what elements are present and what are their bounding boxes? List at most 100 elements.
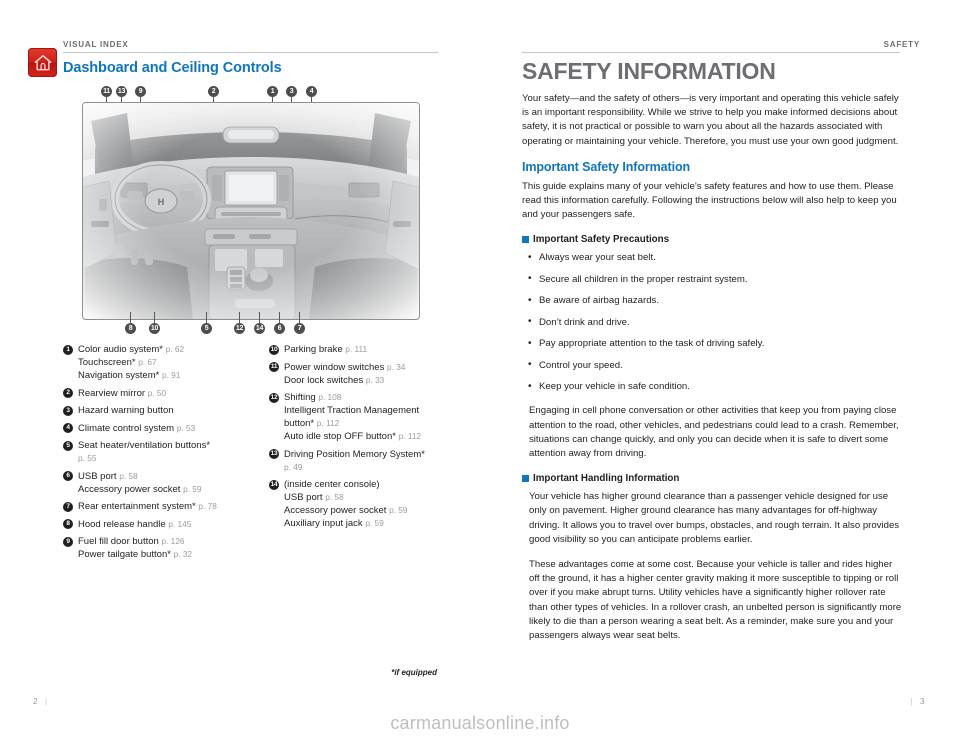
list-item[interactable]: 14 (inside center console) USB port p. 5… — [269, 478, 463, 530]
callout-number: 10 — [269, 344, 279, 355]
heading-label: Important Handling Information — [533, 473, 680, 485]
callout-number: 9 — [63, 536, 73, 547]
item-label: Parking brake — [284, 344, 343, 355]
page-number-value: 2 — [33, 697, 38, 706]
callout-number: 3 — [63, 405, 73, 416]
list-item: Secure all children in the proper restra… — [522, 272, 902, 287]
list-item: Control your speed. — [522, 358, 902, 373]
item-page-ref: p. 112 — [316, 418, 340, 428]
list-item: Always wear your seat belt. — [522, 251, 902, 265]
callout-marker: 5 — [201, 323, 212, 334]
item-page-ref: p. 67 — [138, 357, 157, 367]
safety-information-content: SAFETY INFORMATION Your safety—and the s… — [522, 58, 902, 654]
item-label: Intelligent Traction Management — [284, 405, 420, 416]
list-item[interactable]: 1 Color audio system* p. 62 Touchscreen*… — [63, 343, 257, 382]
important-safety-information-paragraph: This guide explains many of your vehicle… — [522, 180, 897, 221]
item-page-ref: p. 58 — [325, 492, 344, 502]
callout-marker: 1 — [267, 86, 278, 97]
list-item[interactable]: 10 Parking brake p. 111 — [269, 343, 463, 356]
left-page: VISUAL INDEX Dashboard and Ceiling Contr… — [0, 0, 480, 750]
list-item[interactable]: 7 Rear entertainment system* p. 78 — [63, 500, 257, 513]
callout-number: 4 — [63, 423, 73, 433]
item-page-ref: p. 78 — [198, 501, 217, 511]
callout-leader — [154, 312, 155, 323]
vehicle-interior-image: H — [82, 102, 420, 320]
folio-divider: | — [910, 697, 914, 706]
list-item[interactable]: 4 Climate control system p. 53 — [63, 422, 257, 435]
item-label: Accessory power socket — [284, 505, 387, 516]
right-section-label: SAFETY — [883, 40, 920, 49]
callout-leader — [299, 312, 300, 323]
list-item[interactable]: 8 Hood release handle p. 145 — [63, 518, 257, 531]
callout-marker: 4 — [306, 86, 317, 97]
item-label: Rear entertainment system* — [78, 501, 196, 512]
list-item[interactable]: 11 Power window switches p. 34 Door lock… — [269, 361, 463, 387]
list-item: Don’t drink and drive. — [522, 315, 902, 330]
folio-divider: | — [44, 697, 48, 706]
square-bullet-icon — [522, 236, 529, 244]
item-label: Driving Position Memory System* — [284, 448, 425, 460]
item-label: Power tailgate button* — [78, 549, 171, 560]
item-label: Navigation system* — [78, 370, 160, 381]
list-item[interactable]: 5 Seat heater/ventilation buttons* p. 55 — [63, 439, 257, 465]
bottom-callouts: 8 10 5 12 14 6 7 — [82, 312, 418, 334]
list-item[interactable]: 13 Driving Position Memory System* p. 49 — [269, 448, 463, 474]
item-page-ref: p. 145 — [168, 518, 192, 529]
item-label: button* — [284, 418, 315, 429]
item-page-ref: p. 126 — [161, 536, 185, 546]
page-title: Dashboard and Ceiling Controls — [63, 60, 282, 76]
callout-leader — [130, 312, 131, 323]
item-label: (inside center console) — [284, 479, 380, 490]
item-page-ref: p. 33 — [365, 374, 385, 385]
callout-number: 14 — [269, 479, 279, 490]
item-page-ref: p. 32 — [173, 549, 193, 559]
list-item[interactable]: 12 Shifting p. 108 Intelligent Traction … — [269, 391, 463, 443]
callout-number: 7 — [63, 501, 73, 512]
list-item[interactable]: 6 USB port p. 58 Accessory power socket … — [63, 470, 257, 496]
item-page-ref: p. 111 — [345, 344, 368, 354]
item-label: Fuel fill door button — [78, 536, 159, 547]
item-page-ref: p. 50 — [147, 387, 167, 398]
callout-number: 8 — [63, 519, 73, 529]
item-page-ref: p. 58 — [119, 470, 138, 481]
item-label: Rearview mirror — [78, 387, 146, 399]
item-page-ref: p. 62 — [165, 344, 185, 354]
callout-marker: 7 — [294, 323, 305, 334]
list-item[interactable]: 9 Fuel fill door button p. 126 Power tai… — [63, 535, 257, 561]
list-item[interactable]: 3 Hazard warning button — [63, 404, 257, 417]
home-icon[interactable] — [28, 48, 57, 77]
item-page-ref: p. 49 — [284, 461, 303, 472]
item-label: Climate control system — [78, 422, 175, 434]
item-label: Color audio system* — [78, 344, 164, 355]
callout-marker: 14 — [254, 323, 265, 334]
callout-leader — [259, 312, 260, 323]
callout-marker: 2 — [208, 86, 219, 97]
left-section-label: VISUAL INDEX — [63, 40, 129, 49]
callout-number: 6 — [63, 471, 73, 481]
item-page-ref: p. 59 — [389, 505, 408, 515]
page-number-value: 3 — [920, 697, 925, 706]
right-header-rule — [522, 52, 900, 53]
illustration-block: 11 13 9 2 1 3 4 8 10 5 12 14 6 7 — [82, 86, 420, 334]
visual-index-list: 1 Color audio system* p. 62 Touchscreen*… — [63, 343, 463, 566]
item-page-ref: p. 55 — [78, 453, 97, 463]
index-column-left: 1 Color audio system* p. 62 Touchscreen*… — [63, 343, 257, 566]
callout-marker: 6 — [274, 323, 285, 334]
callout-marker: 8 — [125, 323, 136, 334]
item-page-ref: p. 59 — [365, 518, 384, 528]
item-page-ref: p. 108 — [318, 392, 342, 402]
list-item[interactable]: 2 Rearview mirror p. 50 — [63, 387, 257, 400]
handling-paragraph-1: Your vehicle has higher ground clearance… — [529, 491, 900, 545]
item-page-ref: p. 91 — [161, 370, 181, 380]
callout-number: 12 — [269, 392, 279, 403]
callout-leader — [239, 312, 240, 323]
callout-number: 2 — [63, 388, 73, 398]
index-column-right: 10 Parking brake p. 111 11 Power window … — [269, 343, 463, 566]
item-label: Shifting — [284, 392, 316, 403]
important-handling-information-heading: Important Handling Information — [522, 473, 902, 484]
item-label: Accessory power socket — [78, 483, 181, 495]
callout-marker: 11 — [101, 86, 112, 97]
item-label: USB port — [284, 492, 323, 503]
precautions-list: Always wear your seat belt. Secure all c… — [522, 251, 902, 394]
manual-spread: VISUAL INDEX Dashboard and Ceiling Contr… — [0, 0, 960, 750]
